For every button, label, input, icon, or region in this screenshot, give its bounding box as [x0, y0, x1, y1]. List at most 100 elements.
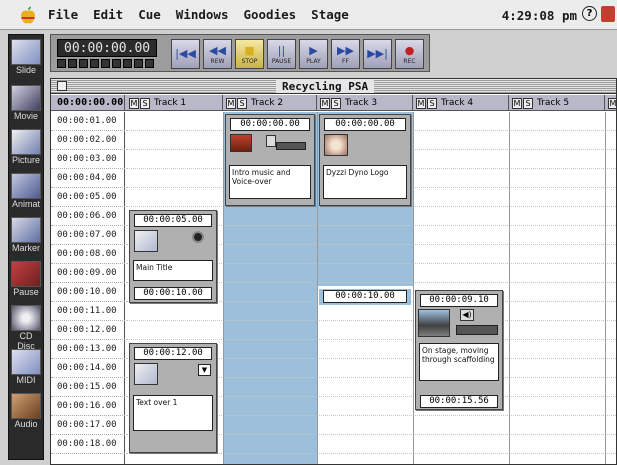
cue-on-stage[interactable]: 00:00:09.10 ◀) On stage, moving through … [415, 290, 503, 410]
menu-edit[interactable]: Edit [93, 7, 123, 22]
mute-button[interactable]: M [608, 97, 616, 109]
time-row: 00:00:02.00 [51, 131, 125, 150]
skip-to-end-button[interactable]: ▶▶| [363, 39, 392, 69]
solo-button[interactable]: S [427, 97, 437, 109]
mute-button[interactable]: M [226, 97, 236, 109]
movie-thumbnail [418, 309, 450, 337]
cue-end-time[interactable]: 00:00:10.00 [134, 287, 212, 300]
window-close-box[interactable] [57, 81, 67, 91]
time-row: 00:00:06.00 [51, 207, 125, 226]
menu-cue[interactable]: Cue [138, 7, 161, 22]
stop-button[interactable]: ■ STOP [235, 39, 264, 69]
track-divider [413, 112, 414, 464]
time-row: 00:00:11.00 [51, 302, 125, 321]
cue-end-time[interactable]: 00:00:15.56 [420, 395, 498, 408]
cue-sheet-window: Recycling PSA 00:00:00.00 M S Track 1 M S Tr… [50, 78, 617, 465]
track-divider [509, 112, 510, 464]
palette-item-cd-disc[interactable]: CD Disc [11, 305, 41, 351]
cue-text-over[interactable]: 00:00:12.00 ▼ Text over 1 [129, 343, 217, 453]
track-header-6[interactable]: M [605, 95, 616, 111]
track-divider [317, 112, 318, 464]
mute-button[interactable]: M [512, 97, 522, 109]
track-header-row: 00:00:00.00 M S Track 1 M S Track 2 M S Track … [51, 95, 616, 111]
indicator-led [79, 59, 88, 68]
palette-item-slide[interactable]: Slide [11, 39, 41, 75]
grid-row [126, 321, 616, 340]
cue-start-time[interactable]: 00:00:05.00 [134, 214, 212, 227]
record-icon: ● [404, 43, 415, 57]
solo-button[interactable]: S [140, 97, 150, 109]
mute-button[interactable]: M [416, 97, 426, 109]
volume-bar[interactable] [456, 325, 498, 335]
track-divider [223, 112, 224, 464]
speaker-icon [266, 135, 276, 147]
help-icon[interactable]: ? [582, 6, 597, 21]
menu-bar: File Edit Cue Windows Goodies Stage 4:29… [0, 0, 617, 30]
palette-item-midi[interactable]: MIDI [11, 349, 41, 385]
indicator-led [112, 59, 121, 68]
cue-palette: Slide Movie Picture Animat Marker Pause … [8, 34, 44, 460]
fast-forward-button[interactable]: ▶▶ FF [331, 39, 360, 69]
application-menu-icon[interactable] [601, 6, 615, 22]
palette-item-audio[interactable]: Audio [11, 393, 41, 429]
animation-icon [11, 173, 41, 199]
rewind-to-start-button[interactable]: |◀◀ [171, 39, 200, 69]
menu-file[interactable]: File [48, 7, 78, 22]
mute-button[interactable]: M [129, 97, 139, 109]
cue-start-time[interactable]: 00:00:00.00 [230, 118, 310, 131]
solo-button[interactable]: S [237, 97, 247, 109]
rewind-button[interactable]: ◀◀ REW [203, 39, 232, 69]
cue-logo-end[interactable]: 00:00:10.00 [319, 289, 411, 305]
cue-label: Intro music and Voice-over [229, 165, 311, 199]
palette-item-animation[interactable]: Animat [11, 173, 41, 209]
slide-thumbnail [134, 230, 158, 252]
cue-start-time[interactable]: 00:00:09.10 [420, 294, 498, 307]
menu-goodies[interactable]: Goodies [243, 7, 296, 22]
play-button[interactable]: ▶ PLAY [299, 39, 328, 69]
menu-stage[interactable]: Stage [311, 7, 349, 22]
time-row: 00:00:07.00 [51, 226, 125, 245]
time-row: 00:00:15.00 [51, 378, 125, 397]
apple-menu-icon[interactable] [16, 5, 40, 25]
cue-intro-music[interactable]: 00:00:00.00 Intro music and Voice-over [225, 114, 315, 206]
cue-end-time[interactable]: 00:00:10.00 [323, 290, 407, 303]
cue-menu-chevron-icon[interactable]: ▼ [198, 364, 211, 376]
pause-icon: || [277, 43, 286, 57]
mute-button[interactable]: M [320, 97, 330, 109]
pause-icon [11, 261, 41, 287]
solo-button[interactable]: S [523, 97, 533, 109]
cue-start-time[interactable]: 00:00:00.00 [324, 118, 406, 131]
time-row: 00:00:18.00 [51, 435, 125, 454]
track-header-2[interactable]: M S Track 2 [223, 95, 317, 111]
palette-item-picture[interactable]: Picture [11, 129, 41, 165]
volume-bar[interactable] [276, 142, 306, 150]
header-timecode: 00:00:00.00 [51, 95, 125, 111]
time-row: 00:00:13.00 [51, 340, 125, 359]
track-header-4[interactable]: M S Track 4 [413, 95, 509, 111]
time-row: 00:00:09.00 [51, 264, 125, 283]
time-row: 00:00:05.00 [51, 188, 125, 207]
palette-item-marker[interactable]: Marker [11, 217, 41, 253]
menu-clock: 4:29:08 pm [501, 8, 577, 23]
audio-icon [11, 393, 41, 419]
palette-item-pause[interactable]: Pause [11, 261, 41, 297]
window-titlebar[interactable]: Recycling PSA [51, 79, 616, 94]
track-header-3[interactable]: M S Track 3 [317, 95, 413, 111]
record-button[interactable]: ● REC [395, 39, 424, 69]
cue-start-time[interactable]: 00:00:12.00 [134, 347, 212, 360]
indicator-led [90, 59, 99, 68]
solo-button[interactable]: S [331, 97, 341, 109]
pause-button[interactable]: || PAUSE [267, 39, 296, 69]
menu-windows[interactable]: Windows [176, 7, 229, 22]
cd-disc-icon [11, 305, 41, 331]
window-title: Recycling PSA [276, 80, 375, 93]
cue-logo[interactable]: 00:00:00.00 Dyzzi Dyno Logo [319, 114, 411, 206]
cue-options-icon[interactable] [192, 231, 204, 243]
track-header-1[interactable]: M S Track 1 [126, 95, 223, 111]
time-row: 00:00:04.00 [51, 169, 125, 188]
play-icon: ▶ [309, 43, 318, 57]
master-timecode: 00:00:00.00 [57, 39, 157, 57]
cue-main-title[interactable]: 00:00:05.00 Main Title 00:00:10.00 [129, 210, 217, 303]
track-header-5[interactable]: M S Track 5 [509, 95, 605, 111]
palette-item-movie[interactable]: Movie [11, 85, 41, 121]
